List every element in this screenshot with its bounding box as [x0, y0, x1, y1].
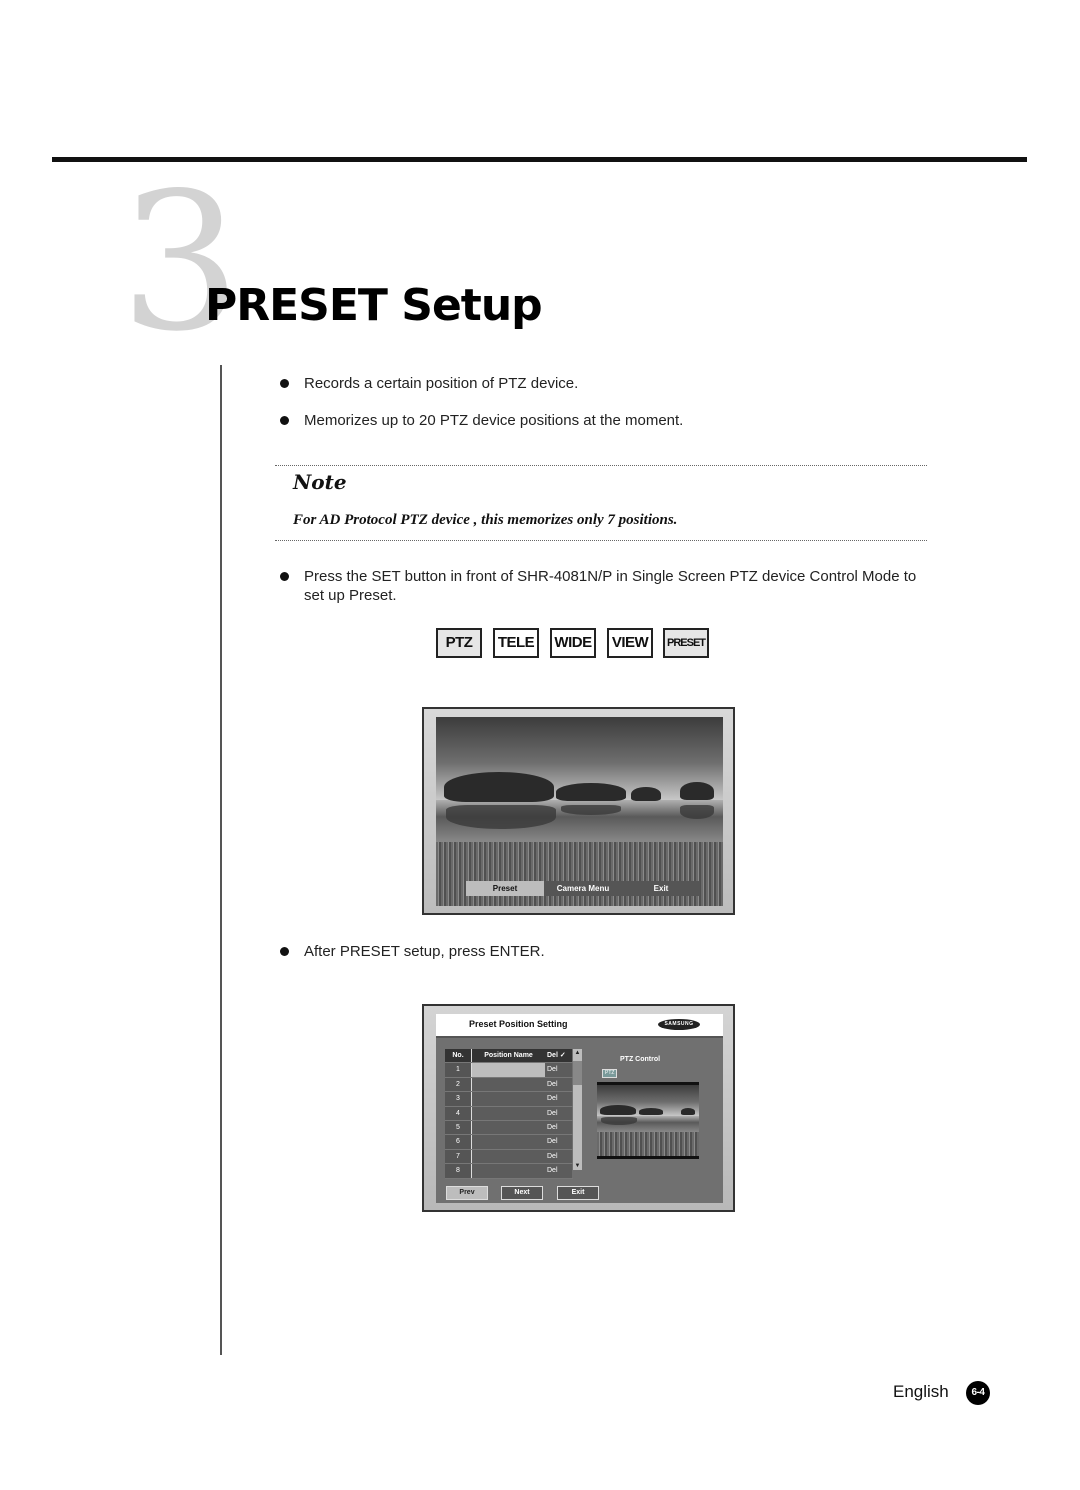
page-number-badge: 6-4: [966, 1381, 990, 1405]
bullet-text: Records a certain position of PTZ device…: [304, 375, 579, 392]
position-name-field[interactable]: [471, 1092, 545, 1106]
position-name-field[interactable]: [471, 1106, 545, 1120]
row-number: 6: [445, 1135, 471, 1149]
screen-header: Preset Position Setting SAMSUNG: [436, 1014, 723, 1038]
ptz-badge: PTZ: [602, 1069, 618, 1078]
del-button[interactable]: Del: [545, 1063, 572, 1077]
ptz-control-label: PTZ Control: [620, 1056, 661, 1063]
row-number: 3: [445, 1092, 471, 1106]
table-row[interactable]: 2 Del: [445, 1077, 573, 1093]
table-row[interactable]: 8 Del: [445, 1164, 573, 1179]
del-button[interactable]: Del: [545, 1164, 572, 1178]
key-preset[interactable]: PRESET: [663, 628, 709, 658]
note-divider-bottom: [275, 540, 927, 541]
del-button[interactable]: Del: [545, 1106, 572, 1120]
screen-title: Preset Position Setting: [469, 1019, 568, 1029]
note-divider-top: [275, 465, 927, 466]
table-header: No. Position Name Del ✓: [445, 1049, 573, 1064]
del-button[interactable]: Del: [545, 1135, 572, 1149]
bullet-text: Press the SET button in front of SHR-408…: [304, 568, 917, 604]
bullet-icon: [280, 572, 289, 581]
position-name-field[interactable]: [471, 1149, 545, 1164]
menu-item-preset[interactable]: Preset: [466, 881, 544, 896]
position-name-field[interactable]: [471, 1120, 545, 1135]
del-button[interactable]: Del: [545, 1092, 572, 1106]
key-view[interactable]: VIEW: [607, 628, 653, 658]
col-no: No.: [445, 1049, 471, 1063]
col-position-name: Position Name: [471, 1049, 545, 1063]
table-row[interactable]: 7 Del: [445, 1149, 573, 1165]
menu-item-exit[interactable]: Exit: [622, 881, 700, 896]
scroll-up-icon[interactable]: ▲: [573, 1049, 582, 1057]
table-scrollbar[interactable]: ▲ ▼: [573, 1049, 582, 1170]
page-title: PRESET Setup: [205, 280, 543, 331]
col-del[interactable]: Del ✓: [545, 1049, 572, 1063]
table-row[interactable]: 6 Del: [445, 1135, 573, 1150]
samsung-logo: SAMSUNG: [658, 1019, 700, 1030]
camera-image: [436, 717, 723, 906]
camera-screen: Preset Camera Menu Exit: [422, 707, 735, 915]
footer-language: English: [893, 1382, 949, 1401]
position-name-field[interactable]: [471, 1135, 545, 1149]
row-number: 7: [445, 1149, 471, 1164]
bullet-icon: [280, 947, 289, 956]
table-row[interactable]: 3 Del: [445, 1092, 573, 1107]
row-number: 5: [445, 1120, 471, 1135]
row-number: 2: [445, 1077, 471, 1092]
key-wide[interactable]: WIDE: [550, 628, 596, 658]
row-number: 8: [445, 1164, 471, 1178]
key-tele[interactable]: TELE: [493, 628, 539, 658]
table-row[interactable]: 4 Del: [445, 1106, 573, 1121]
position-name-field[interactable]: [471, 1164, 545, 1178]
menu-item-camera-menu[interactable]: Camera Menu: [544, 881, 622, 896]
row-number: 4: [445, 1106, 471, 1120]
bullet-icon: [280, 379, 289, 388]
del-button[interactable]: Del: [545, 1120, 572, 1135]
preset-position-screen: Preset Position Setting SAMSUNG No. Posi…: [422, 1004, 735, 1212]
bullet-icon: [280, 416, 289, 425]
del-button[interactable]: Del: [545, 1149, 572, 1164]
prev-button[interactable]: Prev: [446, 1186, 488, 1200]
ptz-preview-image: [597, 1082, 699, 1159]
table-row[interactable]: 5 Del: [445, 1120, 573, 1136]
position-name-field[interactable]: [471, 1077, 545, 1092]
table-row[interactable]: 1 Del: [445, 1063, 573, 1078]
bullet-text: Memorizes up to 20 PTZ device positions …: [304, 412, 684, 429]
scroll-down-icon[interactable]: ▼: [573, 1162, 582, 1170]
next-button[interactable]: Next: [501, 1186, 543, 1200]
exit-button[interactable]: Exit: [557, 1186, 599, 1200]
position-name-field[interactable]: [471, 1063, 545, 1077]
row-number: 1: [445, 1063, 471, 1077]
bullet-text: After PRESET setup, press ENTER.: [304, 943, 545, 960]
scroll-thumb[interactable]: [573, 1061, 582, 1085]
note-text: For AD Protocol PTZ device , this memori…: [293, 512, 678, 528]
note-title: Note: [293, 470, 347, 494]
key-ptz[interactable]: PTZ: [436, 628, 482, 658]
preset-table: No. Position Name Del ✓ 1 Del 2 Del 3 De…: [445, 1049, 573, 1179]
camera-menu-bar: Preset Camera Menu Exit: [466, 881, 700, 896]
del-button[interactable]: Del: [545, 1077, 572, 1092]
margin-rule: [220, 365, 222, 1355]
